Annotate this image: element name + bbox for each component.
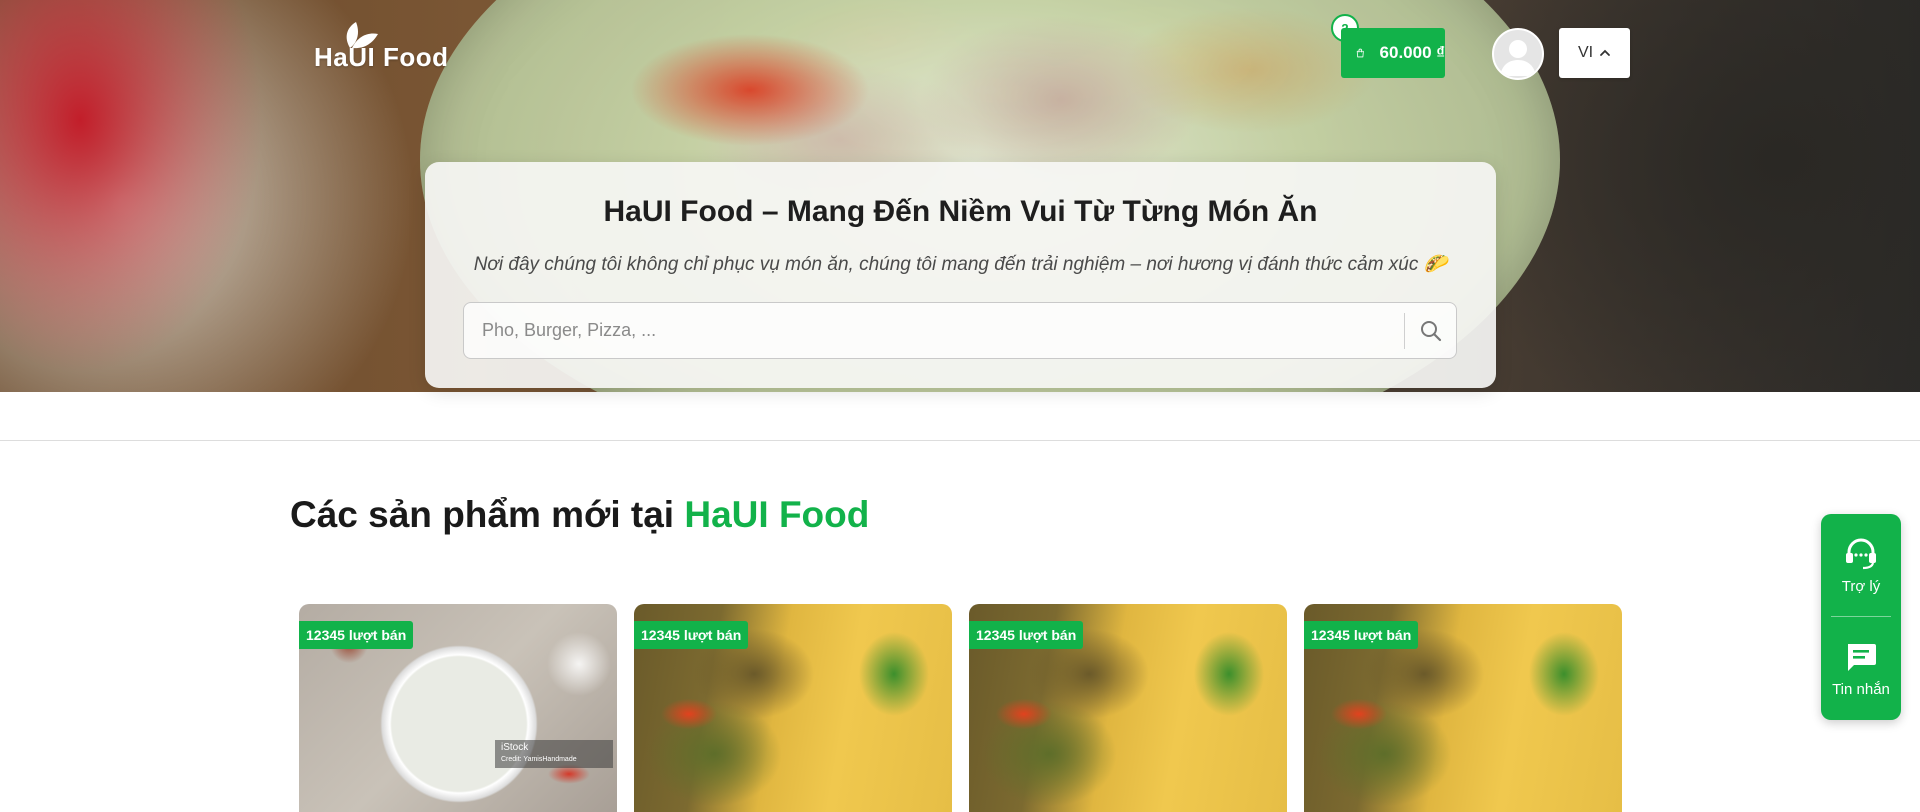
search-card: HaUI Food – Mang Đến Niềm Vui Từ Từng Mó… bbox=[425, 162, 1496, 388]
language-label: VI bbox=[1577, 44, 1594, 61]
image-watermark: iStock Credit: YamisHandmade bbox=[495, 740, 613, 768]
section-title-prefix: Các sản phẩm mới tại bbox=[290, 494, 675, 535]
messages-button[interactable]: Tin nhắn bbox=[1821, 618, 1901, 720]
avatar[interactable] bbox=[1492, 28, 1544, 80]
cart-total: 60.000 ₫ bbox=[1379, 43, 1445, 62]
headset-icon bbox=[1846, 538, 1876, 569]
section-title-brand: HaUI Food bbox=[684, 494, 870, 535]
search-input[interactable] bbox=[464, 303, 1404, 358]
product-card[interactable]: 12345 lượt bán bbox=[634, 604, 952, 812]
sold-count-badge: 12345 lượt bán bbox=[969, 621, 1084, 649]
product-card[interactable]: iStock Credit: YamisHandmade 12345 lượt … bbox=[299, 604, 617, 812]
chat-icon bbox=[1848, 643, 1876, 671]
hero-title: HaUI Food – Mang Đến Niềm Vui Từ Từng Mó… bbox=[603, 195, 1318, 228]
search-divider bbox=[1404, 313, 1405, 349]
assistant-label: Trợ lý bbox=[1841, 577, 1881, 595]
product-card[interactable]: 12345 lượt bán bbox=[1304, 604, 1622, 812]
shopping-bag-icon bbox=[1356, 48, 1364, 58]
cart-button[interactable]: 60.000 ₫ bbox=[1341, 28, 1445, 78]
chevron-up-icon bbox=[1600, 49, 1610, 56]
language-selector[interactable]: VI bbox=[1559, 28, 1630, 78]
section-title: Các sản phẩm mới tại HaUI Food bbox=[290, 494, 869, 536]
assistant-button[interactable]: Trợ lý bbox=[1821, 514, 1901, 616]
sold-count-badge: 12345 lượt bán bbox=[634, 621, 749, 649]
hero-subtitle: Nơi đây chúng tôi không chỉ phục vụ món … bbox=[473, 254, 1448, 275]
product-card[interactable]: 12345 lượt bán bbox=[969, 604, 1287, 812]
sold-count-badge: 12345 lượt bán bbox=[299, 621, 414, 649]
support-divider bbox=[1831, 616, 1891, 617]
sold-count-badge: 12345 lượt bán bbox=[1304, 621, 1419, 649]
section-divider bbox=[0, 440, 1920, 441]
user-avatar-icon bbox=[1500, 40, 1536, 76]
logo[interactable]: HaUI Food bbox=[314, 18, 464, 74]
search-box bbox=[463, 302, 1457, 359]
logo-text: HaUI Food bbox=[314, 42, 449, 72]
search-icon bbox=[1421, 321, 1442, 342]
support-panel: Trợ lý Tin nhắn bbox=[1821, 514, 1901, 720]
search-button[interactable] bbox=[1414, 315, 1448, 347]
messages-label: Tin nhắn bbox=[1832, 680, 1890, 698]
